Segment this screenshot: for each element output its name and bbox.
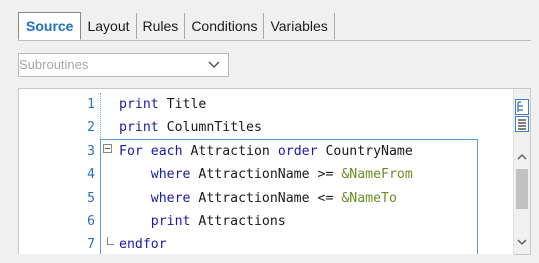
code-text: where AttractionName >= &NameFrom — [119, 163, 413, 186]
code-variable: &NameTo — [341, 190, 397, 206]
subroutines-dropdown[interactable]: Subroutines — [18, 53, 229, 77]
code-keyword: where — [119, 190, 191, 206]
code-keyword: order — [277, 143, 318, 159]
code-keyword: print — [119, 120, 159, 136]
code-identifier: ColumnTitles — [158, 120, 262, 136]
line-number: 1 — [87, 97, 95, 112]
chevron-down-icon — [208, 61, 220, 68]
tab-source[interactable]: Source — [18, 12, 82, 40]
code-identifier: CountryName — [317, 143, 413, 159]
code-text: print ColumnTitles — [119, 116, 262, 139]
fold-end-icon — [107, 237, 114, 245]
code-line[interactable]: 4 where AttractionName >= &NameFrom — [19, 163, 530, 186]
code-text: For each Attraction order CountryName — [119, 140, 413, 163]
tab-bar: Source Layout Rules Conditions Variables — [18, 12, 335, 40]
vertical-scrollbar[interactable] — [513, 89, 530, 254]
code-keyword: endfor — [119, 237, 167, 253]
code-keyword: print — [119, 213, 191, 229]
code-text: where AttractionName <= &NameTo — [119, 187, 397, 210]
line-number: 6 — [87, 213, 95, 229]
code-line[interactable]: 6 print Attractions — [19, 210, 530, 233]
line-number: 5 — [87, 190, 95, 206]
horizontal-scrollbar[interactable] — [18, 254, 514, 263]
line-number: 3 — [87, 143, 95, 159]
code-identifier: AttractionName <= — [190, 190, 342, 206]
fold-collapse-icon[interactable] — [103, 144, 112, 153]
code-keyword: For each — [119, 143, 183, 159]
tab-rules[interactable]: Rules — [137, 13, 186, 39]
scroll-up-arrow-icon[interactable] — [514, 149, 530, 165]
line-number: 2 — [87, 120, 95, 136]
code-variable: &NameFrom — [341, 167, 413, 183]
vertical-scroll-thumb[interactable] — [516, 169, 528, 209]
tree-outline-icon[interactable] — [515, 99, 529, 115]
code-identifier: Attractions — [190, 213, 286, 229]
line-number: 7 — [87, 237, 95, 253]
tab-layout[interactable]: Layout — [81, 13, 137, 39]
code-lines: 1 print Title 2 print ColumnTitles 3 For each… — [19, 93, 530, 254]
align-text-icon[interactable] — [515, 116, 529, 132]
scroll-down-arrow-icon[interactable] — [514, 234, 530, 250]
code-text: endfor — [119, 233, 167, 254]
code-line[interactable]: 5 where AttractionName <= &NameTo — [19, 187, 530, 210]
code-line[interactable]: 2 print ColumnTitles — [19, 116, 530, 139]
code-keyword: where — [119, 167, 191, 183]
tab-bar-divider — [18, 40, 531, 41]
line-number: 4 — [87, 167, 95, 183]
code-line[interactable]: 1 print Title — [19, 93, 530, 116]
code-identifier: Title — [158, 97, 207, 112]
code-identifier: Attraction — [182, 143, 278, 159]
code-text: print Title — [119, 93, 206, 116]
tab-conditions[interactable]: Conditions — [185, 13, 265, 39]
code-line[interactable]: 7 endfor — [19, 233, 530, 254]
source-code-editor[interactable]: 1 print Title 2 print ColumnTitles 3 For each… — [18, 88, 531, 255]
subroutines-dropdown-placeholder: Subroutines — [19, 57, 89, 72]
code-keyword: print — [119, 97, 159, 112]
code-line[interactable]: 3 For each Attraction order CountryName — [19, 140, 530, 163]
code-text: print Attractions — [119, 210, 286, 233]
tab-variables[interactable]: Variables — [264, 13, 335, 39]
code-identifier: AttractionName >= — [190, 167, 342, 183]
